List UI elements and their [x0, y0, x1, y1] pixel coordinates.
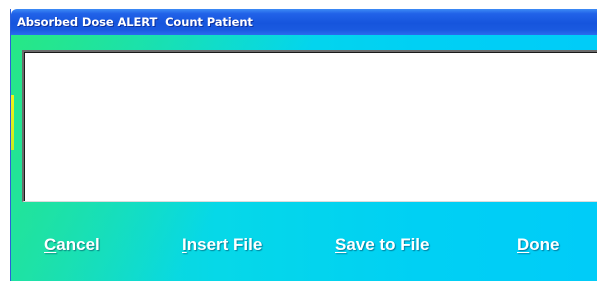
cancel-button[interactable]: Cancel: [44, 235, 100, 255]
title-bar[interactable]: Absorbed Dose ALERT Count Patient: [11, 9, 597, 35]
save-to-file-mnemonic: S: [335, 235, 347, 254]
save-to-file-button[interactable]: Save to File: [335, 235, 429, 255]
insert-file-label: nsert File: [186, 235, 263, 254]
insert-file-button[interactable]: Insert File: [182, 235, 262, 255]
done-label: one: [529, 235, 560, 254]
done-mnemonic: D: [517, 235, 530, 254]
message-text-area[interactable]: [22, 50, 597, 202]
dialog-client-area: Cancel Insert File Save to File Done: [11, 35, 597, 281]
dialog-window: Absorbed Dose ALERT Count Patient Cancel…: [10, 9, 597, 281]
cancel-label: ancel: [56, 235, 100, 254]
window-title: Absorbed Dose ALERT Count Patient: [17, 15, 253, 29]
done-button[interactable]: Done: [517, 235, 560, 255]
edge-accent: [11, 95, 14, 150]
cancel-mnemonic: C: [44, 235, 57, 254]
save-to-file-label: ave to File: [346, 235, 430, 254]
